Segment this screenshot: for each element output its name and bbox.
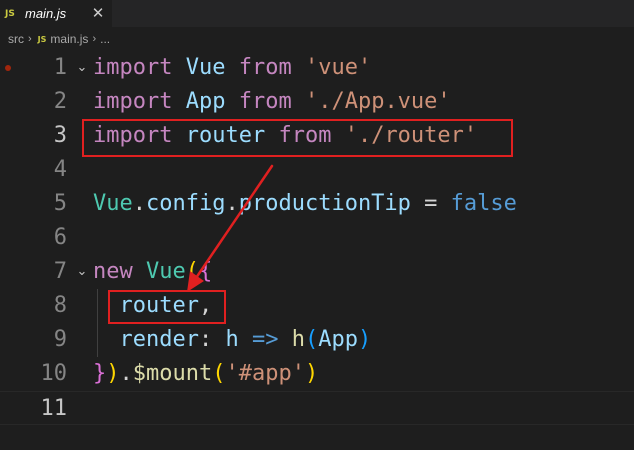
- code-token: ): [304, 361, 319, 386]
- javascript-file-icon: JS: [5, 8, 15, 19]
- breadcrumb-more[interactable]: ...: [100, 32, 110, 46]
- breadcrumb-file[interactable]: main.js: [50, 32, 88, 46]
- code-line[interactable]: 1 ⌄ import Vue from 'vue': [0, 51, 634, 85]
- code-token: (: [212, 361, 226, 386]
- code-token: import: [93, 89, 173, 114]
- code-line[interactable]: 6: [0, 221, 634, 255]
- code-line[interactable]: 4: [0, 153, 634, 187]
- code-token: config: [146, 191, 226, 216]
- line-number: 3: [53, 123, 67, 148]
- line-number: 10: [40, 361, 68, 386]
- code-token: (: [185, 259, 199, 284]
- code-token: }: [93, 361, 107, 386]
- code-token: Vue: [93, 191, 133, 216]
- code-token: ): [357, 327, 372, 352]
- javascript-file-icon: JS: [37, 34, 47, 44]
- code-text[interactable]: }).$mount('#app'): [93, 357, 318, 391]
- code-token: h: [225, 327, 239, 352]
- code-line[interactable]: 2 import App from './App.vue': [0, 85, 634, 119]
- tab-main-js[interactable]: JS main.js ✕: [0, 0, 112, 27]
- code-token: 'vue': [304, 55, 372, 80]
- code-token: h: [291, 327, 305, 352]
- breadcrumb: src › JS main.js › ...: [0, 27, 634, 51]
- code-token: App: [318, 327, 358, 352]
- code-token: './App.vue': [304, 89, 451, 114]
- code-token: ): [106, 361, 120, 386]
- code-token: from: [238, 89, 292, 114]
- code-text[interactable]: import Vue from 'vue': [93, 51, 371, 85]
- code-token: $mount: [132, 361, 213, 386]
- code-token: .: [132, 191, 146, 216]
- code-token: .: [225, 191, 239, 216]
- tab-title: main.js: [25, 6, 67, 21]
- code-token: =: [410, 191, 451, 216]
- code-token: from: [238, 55, 292, 80]
- line-number: 2: [53, 89, 67, 114]
- code-token: {: [199, 259, 213, 284]
- annotation-box-router-option: [108, 290, 226, 324]
- code-text[interactable]: render: h => h(App): [93, 323, 372, 357]
- editor-window: JS main.js ✕ src › JS main.js › ... 1 ⌄ im…: [0, 0, 634, 450]
- code-token: productionTip: [238, 191, 411, 216]
- code-token: (: [304, 327, 319, 352]
- chevron-right-icon: ›: [92, 33, 97, 45]
- line-number: 7: [53, 259, 67, 284]
- code-line[interactable]: 5 Vue.config.productionTip = false: [0, 187, 634, 221]
- breadcrumb-folder[interactable]: src: [8, 32, 24, 46]
- code-line[interactable]: 11: [0, 391, 634, 425]
- chevron-right-icon: ›: [28, 33, 32, 45]
- code-line[interactable]: 9 render: h => h(App): [0, 323, 634, 357]
- code-token: App: [185, 89, 226, 114]
- code-editor[interactable]: 1 ⌄ import Vue from 'vue' 2 import App from …: [0, 51, 634, 450]
- line-number: 1: [53, 55, 67, 80]
- line-number: 11: [40, 396, 68, 421]
- line-number: 9: [53, 327, 67, 352]
- code-line[interactable]: 8 router,: [0, 289, 634, 323]
- code-text[interactable]: new Vue({: [93, 255, 212, 289]
- line-number: 4: [53, 157, 67, 182]
- code-token: render: [119, 327, 199, 352]
- indent-guide: [97, 289, 98, 357]
- code-token: =>: [251, 327, 279, 352]
- code-token: false: [450, 191, 517, 216]
- code-token: '#app': [225, 361, 305, 386]
- fold-chevron-icon[interactable]: ⌄: [75, 255, 89, 289]
- code-token: new: [93, 259, 133, 284]
- code-token: Vue: [185, 55, 226, 80]
- annotation-box-import-router: [82, 119, 513, 157]
- line-number: 6: [53, 225, 67, 250]
- line-number: 8: [53, 293, 67, 318]
- fold-chevron-icon[interactable]: ⌄: [75, 51, 89, 85]
- close-icon[interactable]: ✕: [89, 3, 107, 23]
- code-text[interactable]: Vue.config.productionTip = false: [93, 187, 517, 221]
- code-text[interactable]: import App from './App.vue': [93, 85, 451, 119]
- code-line[interactable]: 7 ⌄ new Vue({: [0, 255, 634, 289]
- code-token: Vue: [146, 259, 186, 284]
- tab-bar: JS main.js ✕: [0, 0, 634, 27]
- code-token: import: [93, 55, 173, 80]
- code-line[interactable]: 10}).$mount('#app'): [0, 357, 634, 391]
- code-token: .: [119, 361, 133, 386]
- line-number: 5: [53, 191, 67, 216]
- code-token: :: [198, 327, 226, 352]
